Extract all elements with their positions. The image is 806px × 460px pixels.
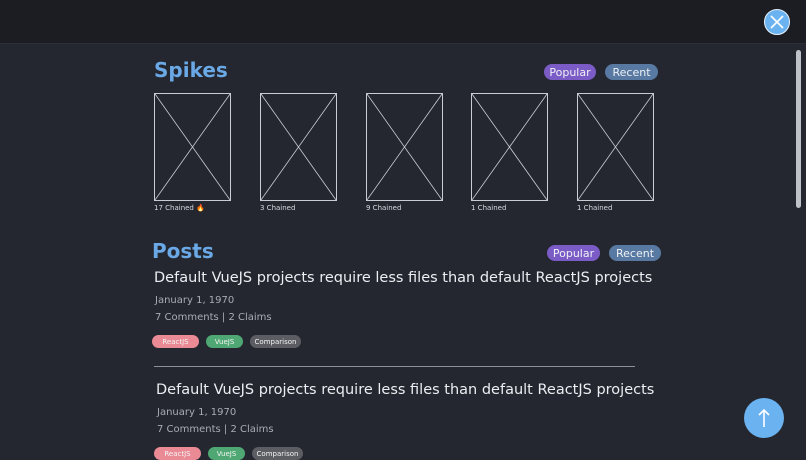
flame-icon: 🔥: [196, 204, 205, 212]
image-placeholder-icon: [154, 93, 231, 201]
tag-reactjs[interactable]: ReactJS: [154, 447, 201, 460]
spike-card[interactable]: 1 Chained: [471, 93, 548, 212]
post-meta[interactable]: 7 Comments | 2 Claims: [155, 312, 272, 323]
tag-reactjs[interactable]: ReactJS: [152, 335, 199, 348]
spike-caption: 17 Chained 🔥: [154, 204, 205, 212]
spikes-popular-button[interactable]: Popular: [544, 64, 596, 80]
scroll-to-top-button[interactable]: [744, 398, 784, 438]
tag-comparison[interactable]: Comparison: [250, 335, 301, 348]
image-placeholder-icon: [471, 93, 548, 201]
spike-caption: 3 Chained: [260, 204, 296, 212]
close-button[interactable]: [764, 9, 790, 35]
post-date: January 1, 1970: [157, 407, 237, 418]
posts-title: Posts: [152, 239, 214, 263]
spike-card[interactable]: 9 Chained: [366, 93, 443, 212]
spike-caption: 9 Chained: [366, 204, 402, 212]
scrollbar-thumb[interactable]: [796, 50, 801, 208]
close-icon: [770, 15, 784, 29]
top-bar: [0, 0, 806, 44]
spike-caption: 1 Chained: [471, 204, 507, 212]
posts-recent-button[interactable]: Recent: [609, 245, 661, 261]
tag-vuejs[interactable]: VueJS: [206, 335, 243, 348]
tag-vuejs[interactable]: VueJS: [208, 447, 245, 460]
post-title[interactable]: Default VueJS projects require less file…: [154, 270, 652, 286]
spikes-recent-button[interactable]: Recent: [605, 64, 658, 80]
spike-caption: 1 Chained: [577, 204, 613, 212]
image-placeholder-icon: [577, 93, 654, 201]
spikes-title: Spikes: [154, 58, 228, 82]
post-title[interactable]: Default VueJS projects require less file…: [156, 382, 654, 398]
tag-comparison[interactable]: Comparison: [252, 447, 303, 460]
arrow-up-icon: [758, 408, 770, 427]
post-divider: [154, 366, 635, 367]
posts-popular-button[interactable]: Popular: [547, 245, 600, 261]
spike-card[interactable]: 1 Chained: [577, 93, 654, 212]
spike-card[interactable]: 3 Chained: [260, 93, 337, 212]
image-placeholder-icon: [260, 93, 337, 201]
spike-card[interactable]: 17 Chained 🔥: [154, 93, 231, 212]
post-meta[interactable]: 7 Comments | 2 Claims: [157, 424, 274, 435]
image-placeholder-icon: [366, 93, 443, 201]
post-date: January 1, 1970: [155, 295, 235, 306]
